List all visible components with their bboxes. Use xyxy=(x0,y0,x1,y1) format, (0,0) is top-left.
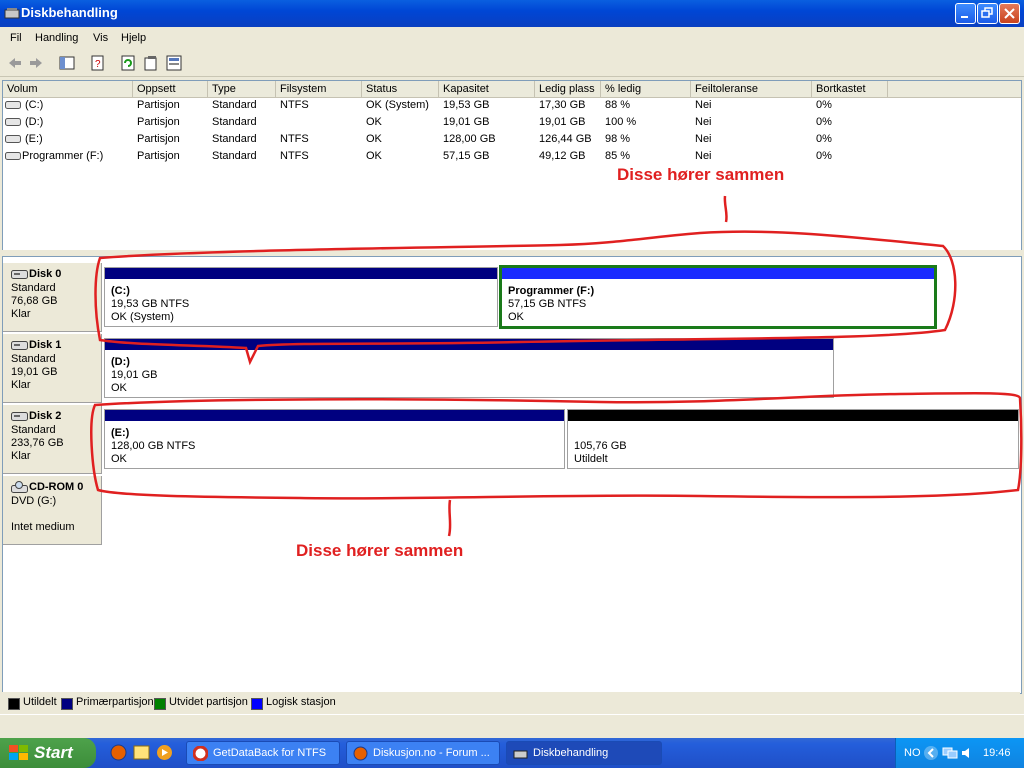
disk-management-icon xyxy=(513,750,528,759)
legend-swatch-extended xyxy=(154,698,166,710)
color-legend: Utildelt Primærpartisjon Utvidet partisj… xyxy=(2,692,1020,712)
explorer-quicklaunch-icon[interactable] xyxy=(133,744,150,761)
chevron-left-icon[interactable] xyxy=(923,745,939,761)
legend-label: Utvidet partisjon xyxy=(169,696,248,708)
task-diskusjon[interactable]: Diskusjon.no - Forum ... xyxy=(346,741,500,765)
windows-logo-icon xyxy=(9,745,28,760)
start-label: Start xyxy=(34,743,73,762)
firefox-quicklaunch-icon[interactable] xyxy=(110,744,127,761)
taskbar: Start GetDataBack for NTFS Diskusjon.no … xyxy=(0,738,1024,768)
network-tray-icon[interactable] xyxy=(942,746,958,760)
annotation-backdrop: Disse hører sammen xyxy=(295,538,641,592)
volume-tray-icon[interactable] xyxy=(960,746,974,760)
red-annotation-overlay xyxy=(90,195,1023,537)
start-button[interactable]: Start xyxy=(0,738,96,768)
legend-label: Primærpartisjon xyxy=(76,696,154,708)
clock[interactable]: 19:46 xyxy=(983,747,1011,759)
firefox-icon xyxy=(353,746,368,761)
language-indicator[interactable]: NO xyxy=(904,747,921,759)
annotation-bottom: Disse hører sammen xyxy=(296,541,464,560)
legend-swatch-unallocated xyxy=(8,698,20,710)
system-tray: NO 19:46 xyxy=(895,738,1024,768)
legend-swatch-primary xyxy=(61,698,73,710)
task-label: Diskusjon.no - Forum ... xyxy=(373,747,490,759)
legend-label: Utildelt xyxy=(23,696,57,708)
task-diskbehandling[interactable]: Diskbehandling xyxy=(506,741,662,765)
legend-label: Logisk stasjon xyxy=(266,696,336,708)
status-bar xyxy=(0,714,1024,737)
lifebuoy-icon xyxy=(193,746,208,761)
task-label: GetDataBack for NTFS xyxy=(213,747,327,759)
legend-swatch-logical xyxy=(251,698,263,710)
annotation-top: Disse hører sammen xyxy=(617,165,785,184)
task-getdataback[interactable]: GetDataBack for NTFS xyxy=(186,741,340,765)
media-player-quicklaunch-icon[interactable] xyxy=(156,744,173,761)
task-label: Diskbehandling xyxy=(533,747,609,759)
